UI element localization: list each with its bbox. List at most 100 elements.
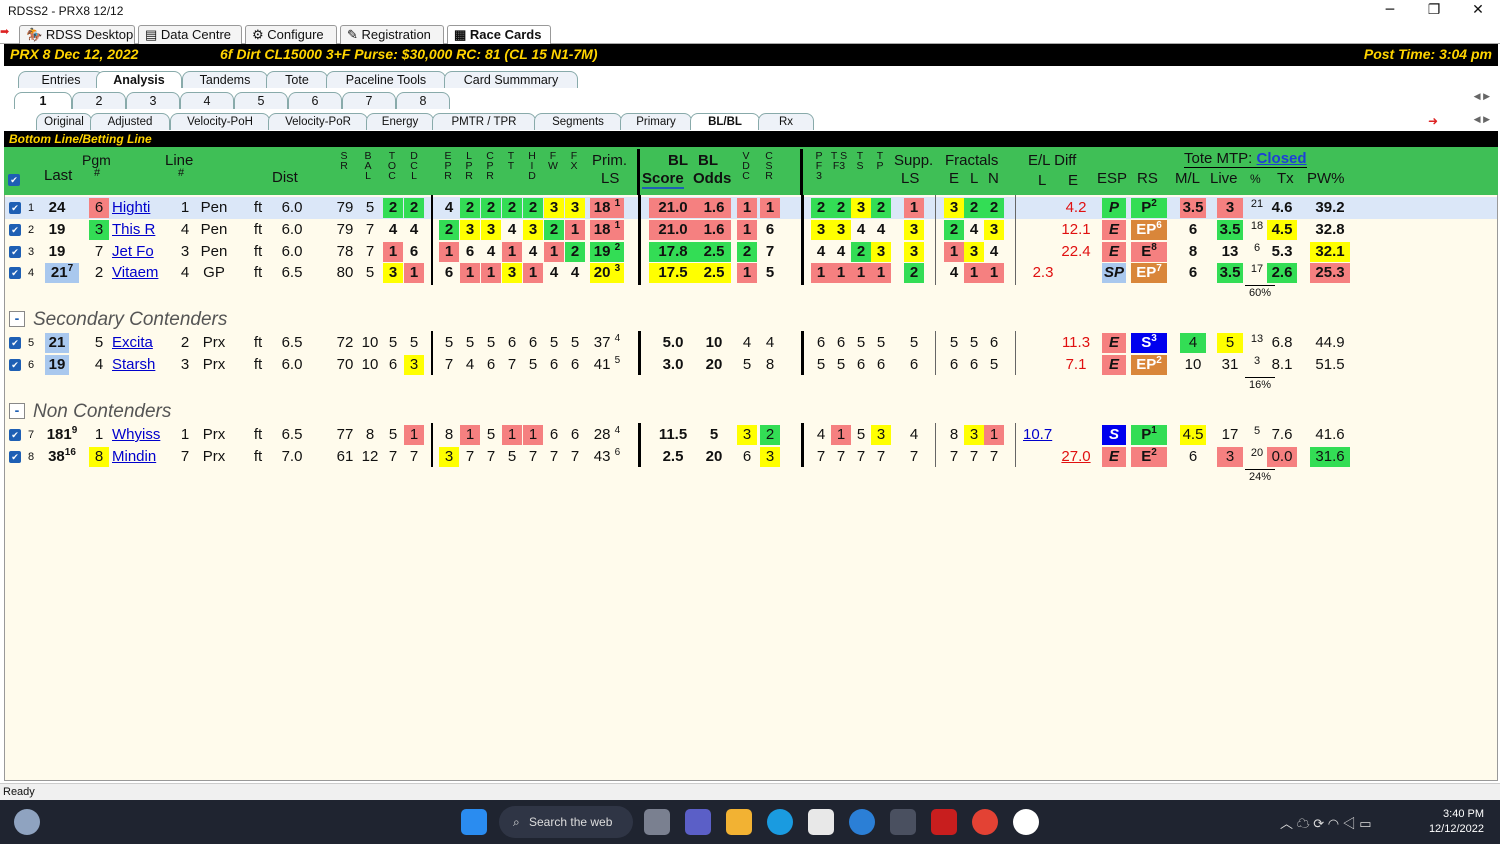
task-view-icon[interactable] bbox=[644, 809, 670, 835]
cell-fn: 2 bbox=[984, 198, 1004, 218]
minimize-button[interactable]: ─ bbox=[1368, 0, 1412, 22]
horse-name-link[interactable]: Starsh bbox=[112, 355, 168, 375]
tab-adjusted[interactable]: Adjusted bbox=[90, 113, 170, 130]
cell-value: 2.5 bbox=[662, 448, 684, 465]
tab-rdss-desktop[interactable]: 🏇 RDSS Desktop bbox=[19, 25, 135, 44]
edge-icon[interactable] bbox=[767, 809, 793, 835]
tab-segments[interactable]: Segments bbox=[534, 113, 622, 130]
cell-value: 5 bbox=[465, 334, 475, 351]
row-checkbox[interactable]: ✔ bbox=[9, 359, 21, 371]
race-table: - Secondary Contenders - Non Contenders … bbox=[4, 195, 1498, 781]
select-all-checkbox[interactable]: ✔ bbox=[8, 174, 20, 186]
cell-value: 10.7 bbox=[1023, 426, 1053, 443]
store-icon[interactable] bbox=[808, 809, 834, 835]
tab-energy[interactable]: Energy bbox=[366, 113, 434, 130]
tab-entries[interactable]: Entries bbox=[18, 71, 104, 88]
cell-value: 24 bbox=[48, 199, 66, 216]
tab-bl-bl[interactable]: BL/BL bbox=[690, 113, 760, 130]
tab-original[interactable]: Original bbox=[36, 113, 92, 130]
tab-race-5[interactable]: 5 bbox=[234, 92, 288, 109]
tab-race-4[interactable]: 4 bbox=[180, 92, 234, 109]
horse-name-link[interactable]: Mindin bbox=[112, 447, 168, 467]
file-explorer-icon[interactable] bbox=[726, 809, 752, 835]
horse-name-link[interactable]: Excita bbox=[112, 333, 168, 353]
cell-value: 3 bbox=[507, 264, 517, 281]
cell-value: 2.5 bbox=[703, 264, 725, 281]
tab-tandems[interactable]: Tandems bbox=[182, 71, 268, 88]
cell-odds: 20 bbox=[697, 355, 731, 375]
race-header: PRX 8 Dec 12, 2022 6f Dirt CL15000 3+F P… bbox=[4, 44, 1498, 66]
tab-race-1[interactable]: 1 bbox=[14, 92, 72, 109]
search-box[interactable]: ⌕ Search the web bbox=[499, 806, 633, 838]
tab-race-6[interactable]: 6 bbox=[288, 92, 342, 109]
tab-race-cards[interactable]: ▦ Race Cards bbox=[447, 25, 551, 44]
weather-icon[interactable] bbox=[14, 809, 40, 835]
cell-value: 3 bbox=[1253, 355, 1261, 367]
cell-value: 10 bbox=[1184, 356, 1202, 373]
system-tray-icons[interactable]: ︿ ☁ ⟳ ◠ ◁ ▭ bbox=[1280, 813, 1372, 832]
tab-pmtr-tpr[interactable]: PMTR / TPR bbox=[432, 113, 536, 130]
horse-name-link[interactable]: Highti bbox=[112, 198, 168, 218]
tote-closed-link[interactable]: Closed bbox=[1257, 150, 1307, 167]
cell-value: ft bbox=[253, 334, 263, 351]
tab-race-7[interactable]: 7 bbox=[342, 92, 396, 109]
cell-value: 11.3 bbox=[1061, 334, 1091, 351]
cell-value: 12 bbox=[361, 448, 379, 465]
cell-value: E bbox=[1141, 243, 1152, 260]
tab-race-8[interactable]: 8 bbox=[396, 92, 450, 109]
help-icon[interactable] bbox=[849, 809, 875, 835]
chrome-icon[interactable] bbox=[972, 809, 998, 835]
row-checkbox[interactable]: ✔ bbox=[9, 202, 21, 214]
row-checkbox[interactable]: ✔ bbox=[9, 224, 21, 236]
cell-value: 4 bbox=[949, 264, 959, 281]
horse-name-link[interactable]: Vitaem bbox=[112, 263, 168, 283]
tab-velocity-poh[interactable]: Velocity-PoH bbox=[170, 113, 270, 130]
rdss-app-icon[interactable] bbox=[890, 809, 916, 835]
maximize-button[interactable]: ❐ bbox=[1412, 0, 1456, 22]
collapse-secondary-button[interactable]: - bbox=[9, 311, 25, 327]
tab-race-3[interactable]: 3 bbox=[126, 92, 180, 109]
tab-tote[interactable]: Tote bbox=[266, 71, 328, 88]
app-icon[interactable] bbox=[1013, 809, 1039, 835]
chat-icon[interactable] bbox=[685, 809, 711, 835]
horse-name-link[interactable]: This R bbox=[112, 220, 168, 240]
start-icon[interactable] bbox=[461, 809, 487, 835]
tab-rx[interactable]: Rx bbox=[758, 113, 814, 130]
cell-fe: 4 bbox=[944, 263, 964, 283]
row-checkbox[interactable]: ✔ bbox=[9, 429, 21, 441]
tab-data-centre[interactable]: ▤ Data Centre bbox=[138, 25, 242, 44]
tab-primary[interactable]: Primary bbox=[620, 113, 692, 130]
cell-pct: 21 bbox=[1249, 198, 1265, 218]
collapse-non-contenders-button[interactable]: - bbox=[9, 403, 25, 419]
row-checkbox[interactable]: ✔ bbox=[9, 451, 21, 463]
row-checkbox[interactable]: ✔ bbox=[9, 337, 21, 349]
hdr-rs: RS bbox=[1137, 170, 1158, 187]
gear-icon: ⚙ bbox=[252, 27, 264, 42]
tab-card-summary[interactable]: Card Summmary bbox=[444, 71, 578, 88]
mcafee-icon[interactable] bbox=[931, 809, 957, 835]
tab-race-2[interactable]: 2 bbox=[72, 92, 126, 109]
scroll-arrows-icon[interactable]: ◀ ▶ bbox=[1474, 91, 1490, 102]
cell-value: EP bbox=[1136, 221, 1157, 238]
horse-name-link[interactable]: Whyiss bbox=[112, 425, 168, 445]
cell-value: E bbox=[1108, 334, 1119, 351]
scroll-arrows-icon[interactable]: ◀ ▶ bbox=[1474, 114, 1490, 125]
tab-analysis[interactable]: Analysis bbox=[96, 71, 182, 88]
cell-value: 2.3 bbox=[1032, 264, 1054, 281]
hdr-frac-n: N bbox=[988, 170, 999, 187]
tab-configure[interactable]: ⚙ Configure bbox=[245, 25, 337, 44]
tab-velocity-por[interactable]: Velocity-PoR bbox=[268, 113, 368, 130]
cell-toc: 2 bbox=[383, 198, 403, 218]
tab-paceline-tools[interactable]: Paceline Tools bbox=[326, 71, 446, 88]
cell-value: 6 bbox=[570, 426, 580, 443]
clock[interactable]: 3:40 PM 12/12/2022 bbox=[1429, 807, 1484, 837]
cell-ml: 10 bbox=[1180, 355, 1206, 375]
export-icon[interactable]: ➜ bbox=[1428, 114, 1438, 128]
horse-name-link[interactable]: Jet Fo bbox=[112, 242, 168, 262]
tab-registration[interactable]: ✎ Registration bbox=[340, 25, 444, 44]
row-checkbox[interactable]: ✔ bbox=[9, 267, 21, 279]
cell-value: SP bbox=[1103, 264, 1124, 281]
cell-fx: 3 bbox=[565, 198, 585, 218]
row-checkbox[interactable]: ✔ bbox=[9, 246, 21, 258]
close-button[interactable]: ✕ bbox=[1456, 0, 1500, 22]
